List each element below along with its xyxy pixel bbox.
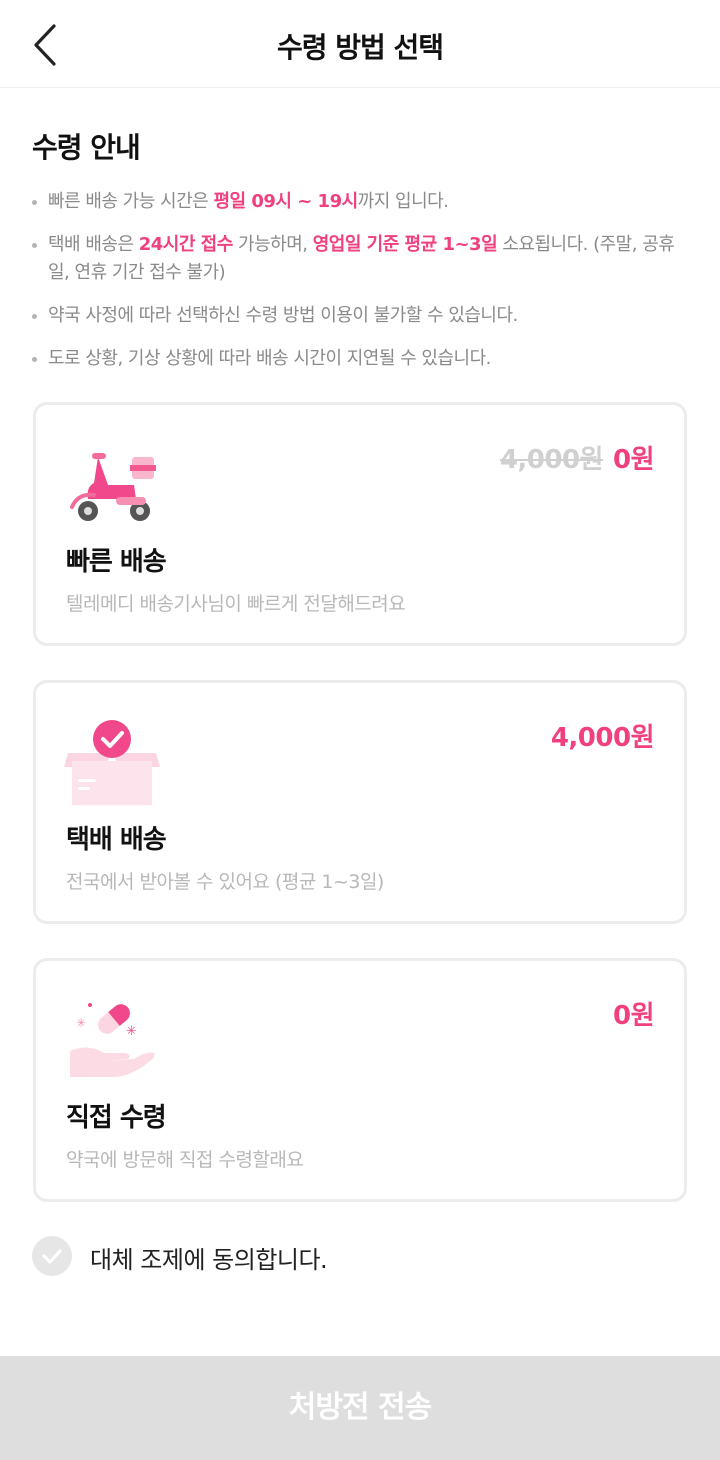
option-price: 4,000원 0원 — [499, 439, 655, 476]
app-header: 수령 방법 선택 — [0, 0, 720, 88]
page-title: 수령 방법 선택 — [276, 31, 444, 64]
notice-item: 약국 사정에 따라 선택하신 수령 방법 이용이 불가할 수 있습니다. — [32, 302, 692, 330]
option-description: 텔레메디 배송기사님이 빠르게 전달해드려요 — [66, 593, 406, 615]
svg-text:✳: ✳ — [126, 1024, 137, 1039]
option-title: 빠른 배송 — [66, 547, 167, 577]
notice-text: 약국 사정에 따라 선택하신 수령 방법 이용이 불가할 수 있습니다. — [48, 305, 518, 326]
option-description: 약국에 방문해 직접 수령할래요 — [66, 1149, 304, 1171]
pill-hand-icon: ✳ ✳ — [64, 993, 160, 1089]
highlight-text: 영업일 기준 평균 1~3일 — [312, 234, 498, 255]
option-price: 0원 — [612, 1001, 655, 1031]
option-quick-delivery[interactable]: 4,000원 0원 빠른 배송 텔레메디 배송기사님이 빠르게 전달해드려요 — [33, 402, 687, 646]
notice-text: 가능하며, — [232, 234, 313, 255]
receipt-notice: 수령 안내 빠른 배송 가능 시간은 평일 09시 ~ 19시까지 입니다. 택… — [32, 126, 692, 388]
discounted-price: 0원 — [612, 445, 655, 475]
notice-item: 빠른 배송 가능 시간은 평일 09시 ~ 19시까지 입니다. — [32, 188, 692, 216]
option-description: 전국에서 받아볼 수 있어요 (평균 1~3일) — [66, 871, 384, 893]
check-icon — [42, 1249, 62, 1264]
option-direct-pickup[interactable]: ✳ ✳ 0원 직접 수령 약국에 방문해 직접 수령할래요 — [33, 958, 687, 1202]
agree-checkbox[interactable] — [32, 1236, 72, 1276]
notice-text: 택배 배송은 — [48, 234, 139, 255]
svg-text:✳: ✳ — [76, 1016, 86, 1030]
parcel-box-icon — [64, 715, 160, 811]
highlight-text: 24시간 접수 — [138, 234, 234, 255]
notice-text: 도로 상황, 기상 상황에 따라 배송 시간이 지연될 수 있습니다. — [48, 348, 491, 369]
notice-title: 수령 안내 — [32, 131, 141, 164]
option-parcel-delivery[interactable]: 4,000원 택배 배송 전국에서 받아볼 수 있어요 (평균 1~3일) — [33, 680, 687, 924]
option-title: 직접 수령 — [66, 1103, 167, 1133]
original-price: 4,000원 — [499, 445, 604, 475]
notice-item: 도로 상황, 기상 상황에 따라 배송 시간이 지연될 수 있습니다. — [32, 345, 692, 373]
notice-text: 까지 입니다. — [357, 191, 449, 212]
option-title: 택배 배송 — [66, 825, 167, 855]
notice-text: 빠른 배송 가능 시간은 — [48, 191, 214, 212]
agree-label: 대체 조제에 동의합니다. — [90, 1246, 328, 1274]
notice-item: 택배 배송은 24시간 접수 가능하며, 영업일 기준 평균 1~3일 소요됩니… — [32, 231, 692, 287]
send-prescription-button[interactable]: 처방전 전송 — [0, 1356, 720, 1460]
notice-list: 빠른 배송 가능 시간은 평일 09시 ~ 19시까지 입니다. 택배 배송은 … — [32, 188, 692, 373]
highlight-text: 평일 09시 ~ 19시 — [213, 191, 358, 212]
scooter-icon — [64, 437, 160, 533]
option-price: 4,000원 — [550, 723, 655, 753]
